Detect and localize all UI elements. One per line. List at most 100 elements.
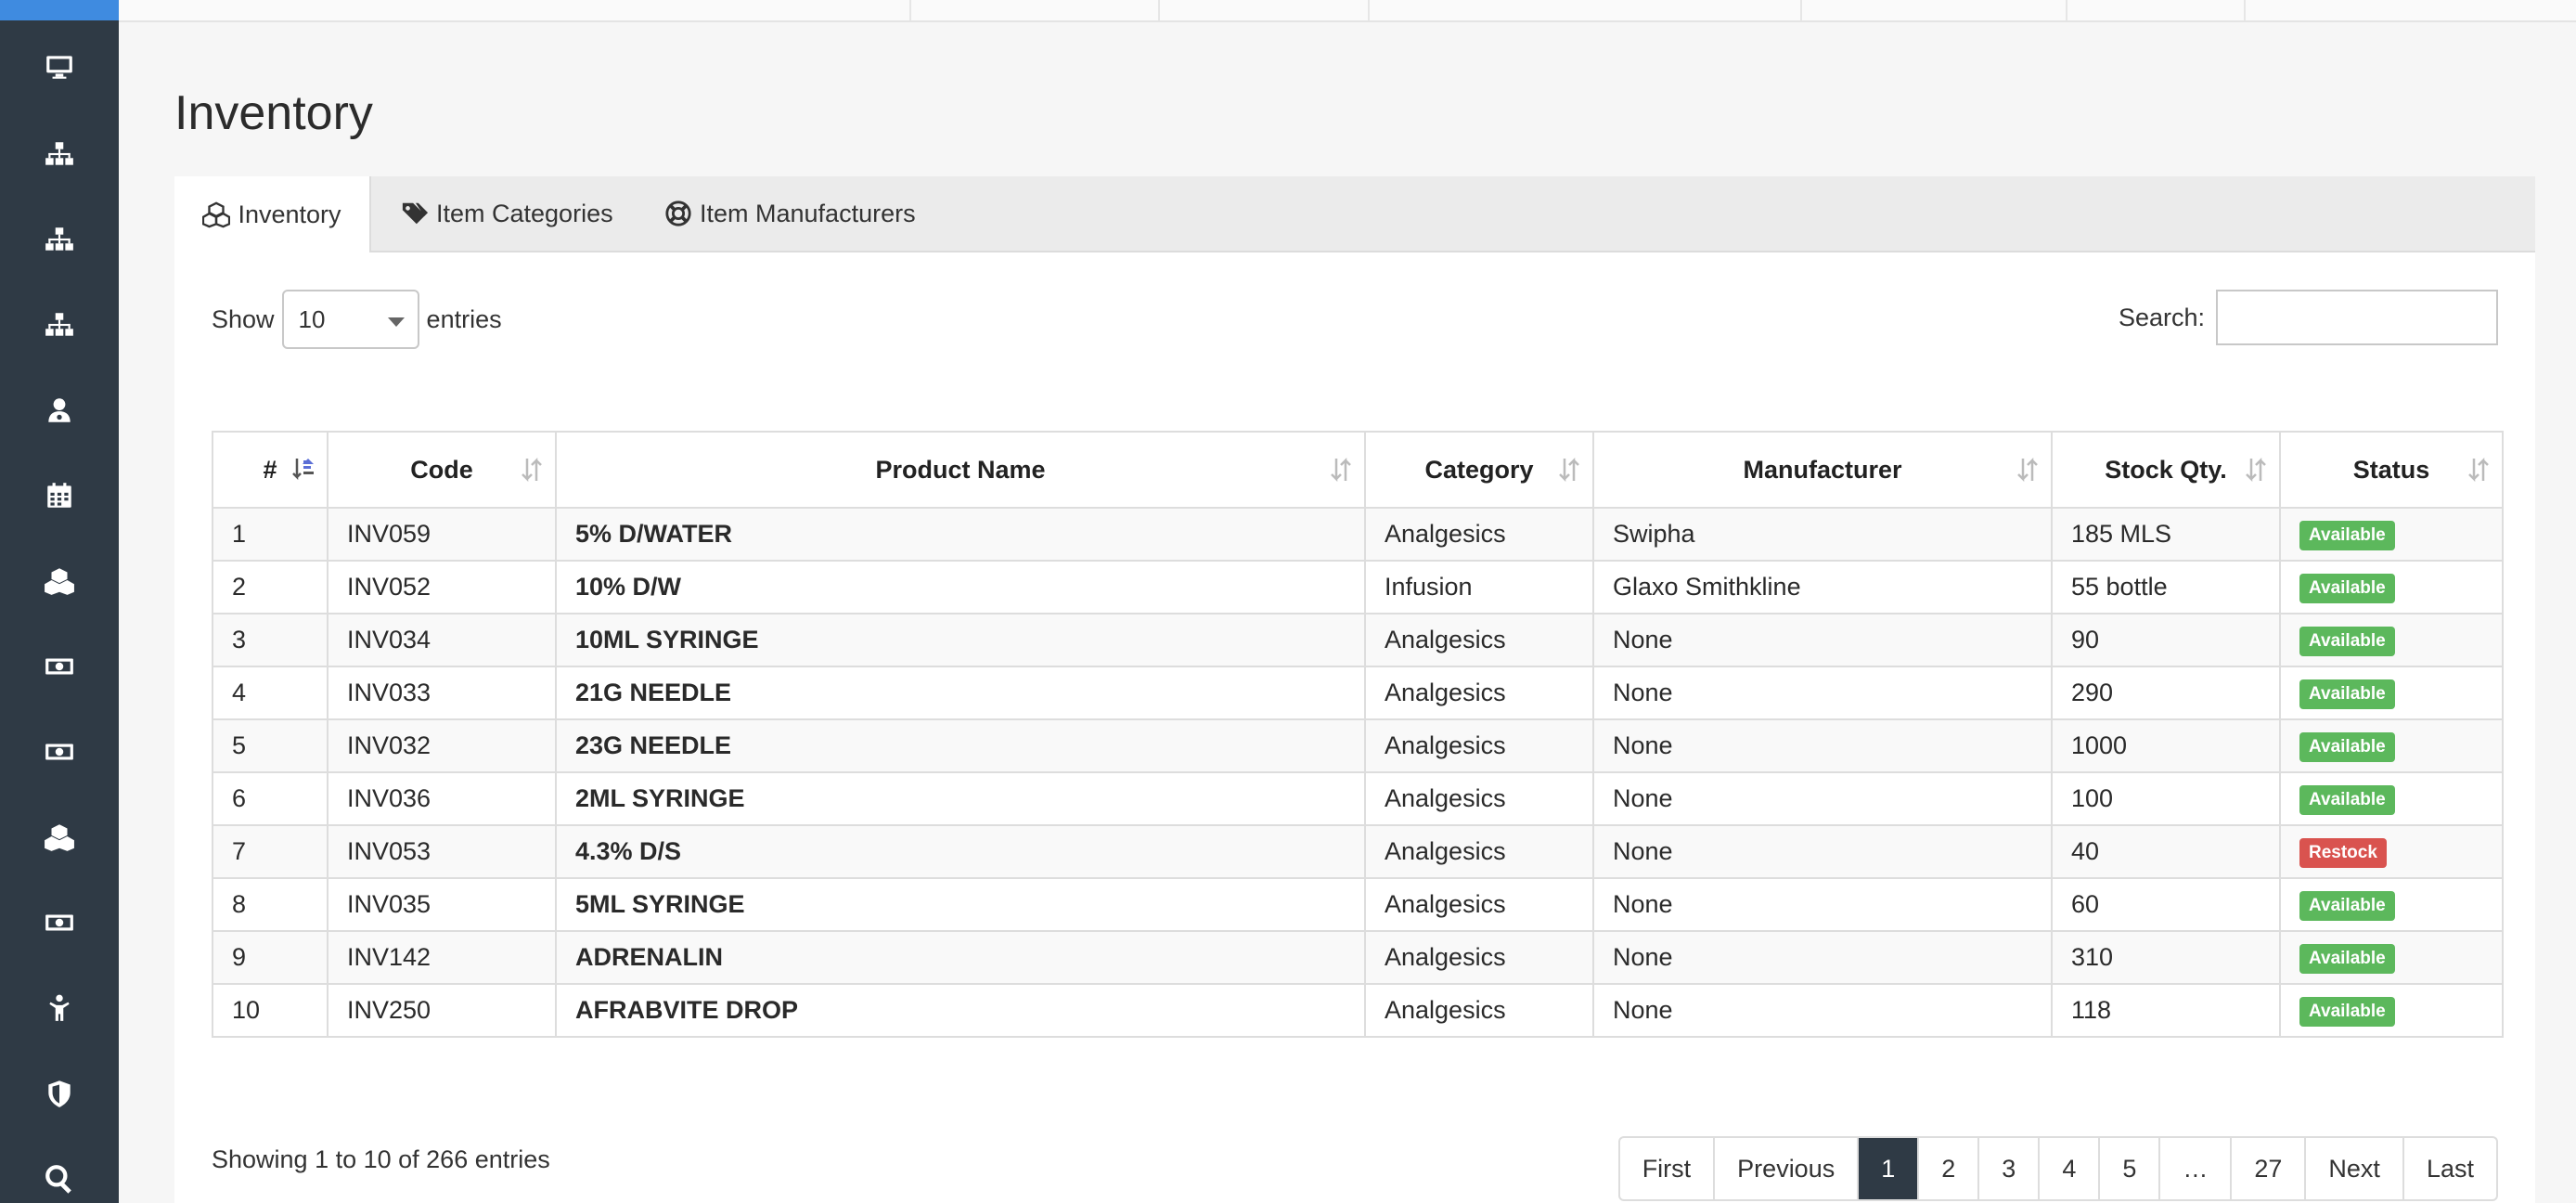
inventory-panel: Inventory Item Categories Item Manufactu… [174, 176, 2535, 1203]
cell-stock: 60 [2051, 877, 2281, 932]
cubes-icon[interactable] [41, 819, 78, 856]
shield-icon[interactable] [41, 1075, 78, 1112]
navbar-divider [909, 0, 911, 20]
pagination-last-button[interactable]: Last [2402, 1138, 2496, 1199]
entries-per-page-value: 10 [298, 304, 326, 333]
cell-category: Infusion [1364, 560, 1594, 614]
calendar-icon[interactable] [41, 477, 78, 514]
table-row[interactable]: 6 INV036 2ML SYRINGE Analgesics None 100 Avail… [212, 771, 2504, 826]
desktop-icon[interactable] [41, 48, 78, 85]
pagination-page-button[interactable]: 5 [2098, 1138, 2158, 1199]
status-badge: Available [2299, 997, 2395, 1027]
pagination-page-button[interactable]: 4 [2038, 1138, 2098, 1199]
cell-manufacturer: None [1592, 983, 2053, 1038]
tab-bar: Inventory Item Categories Item Manufactu… [174, 176, 2535, 252]
cell-product: 5ML SYRINGE [555, 877, 1366, 932]
cell-manufacturer: None [1592, 824, 2053, 879]
user-md-icon[interactable] [41, 392, 78, 429]
pagination-page-button[interactable]: 3 [1977, 1138, 2038, 1199]
cell-stock: 100 [2051, 771, 2281, 826]
table-row[interactable]: 7 INV053 4.3% D/S Analgesics None 40 Restock [212, 824, 2504, 879]
cubes-icon[interactable] [41, 563, 78, 600]
cell-status: Available [2279, 771, 2504, 826]
cell-stock: 310 [2051, 930, 2281, 985]
length-menu: Show 10 entries [212, 288, 502, 351]
cell-n: 6 [212, 771, 328, 826]
column-header-status[interactable]: Status [2279, 431, 2504, 509]
cell-n: 2 [212, 560, 328, 614]
cell-manufacturer: None [1592, 877, 2053, 932]
cell-status: Available [2279, 613, 2504, 667]
cell-code: INV053 [327, 824, 557, 879]
column-header-manufacturer[interactable]: Manufacturer [1592, 431, 2053, 509]
column-header-stock-qty[interactable]: Stock Qty. [2051, 431, 2281, 509]
cell-code: INV250 [327, 983, 557, 1038]
child-icon[interactable] [41, 990, 78, 1027]
money-icon[interactable] [41, 904, 78, 941]
pagination-page-button[interactable]: 1 [1857, 1138, 1918, 1199]
cell-code: INV052 [327, 560, 557, 614]
pagination-ellipsis-button: … [2158, 1138, 2230, 1199]
cell-code: INV034 [327, 613, 557, 667]
cell-n: 3 [212, 613, 328, 667]
tab-inventory[interactable]: Inventory [174, 176, 371, 252]
cell-stock: 185 MLS [2051, 507, 2281, 562]
pagination: First Previous 1 2 3 4 5… 27 Next Last [1617, 1136, 2498, 1201]
table-row[interactable]: 4 INV033 21G NEEDLE Analgesics None 290 Availa… [212, 666, 2504, 720]
navbar-divider [2244, 0, 2246, 20]
money-icon[interactable] [41, 733, 78, 770]
cell-product: AFRABVITE DROP [555, 983, 1366, 1038]
sitemap-icon[interactable] [41, 306, 78, 343]
cell-status: Restock [2279, 824, 2504, 879]
entries-per-page-select[interactable]: 10 [281, 290, 419, 349]
pagination-first-button[interactable]: First [1620, 1138, 1713, 1199]
cell-status: Available [2279, 718, 2504, 773]
sitemap-icon[interactable] [41, 221, 78, 258]
status-badge: Available [2299, 679, 2395, 709]
length-menu-suffix: entries [426, 304, 502, 333]
cell-manufacturer: None [1592, 666, 2053, 720]
table-row[interactable]: 2 INV052 10% D/W Infusion Glaxo Smithkline 55… [212, 560, 2504, 614]
cell-product: 21G NEEDLE [555, 666, 1366, 720]
pagination-previous-button[interactable]: Previous [1713, 1138, 1857, 1199]
pagination-next-button[interactable]: Next [2304, 1138, 2402, 1199]
pagination-page-button[interactable]: 2 [1917, 1138, 1977, 1199]
search-input[interactable] [2216, 290, 2498, 345]
navbar-divider [1368, 0, 1370, 20]
cell-stock: 90 [2051, 613, 2281, 667]
cell-category: Analgesics [1364, 877, 1594, 932]
cell-status: Available [2279, 877, 2504, 932]
column-header-number[interactable]: # [212, 431, 328, 509]
money-icon[interactable] [41, 648, 78, 685]
search-icon[interactable] [41, 1160, 78, 1197]
length-menu-prefix: Show [212, 304, 275, 333]
tab-inventory-label: Inventory [238, 200, 341, 228]
tab-item-categories[interactable]: Item Categories [401, 176, 613, 251]
search-label: Search: [2118, 303, 2205, 331]
cell-product: 2ML SYRINGE [555, 771, 1366, 826]
pagination-page-button[interactable]: 27 [2230, 1138, 2304, 1199]
column-header-category[interactable]: Category [1364, 431, 1594, 509]
sidebar [0, 0, 119, 1203]
table-row[interactable]: 1 INV059 5% D/WATER Analgesics Swipha 185 MLS… [212, 507, 2504, 562]
column-header-product-name[interactable]: Product Name [555, 431, 1366, 509]
cell-stock: 118 [2051, 983, 2281, 1038]
search-box: Search: [2119, 288, 2498, 347]
cell-manufacturer: None [1592, 930, 2053, 985]
cell-manufacturer: None [1592, 613, 2053, 667]
sort-icon [520, 457, 544, 483]
table-row[interactable]: 3 INV034 10ML SYRINGE Analgesics None 90 Avail… [212, 613, 2504, 667]
table-row[interactable]: 5 INV032 23G NEEDLE Analgesics None 1000 Avail… [212, 718, 2504, 773]
cell-n: 7 [212, 824, 328, 879]
tab-item-manufacturers[interactable]: Item Manufacturers [664, 176, 916, 251]
sitemap-icon[interactable] [41, 136, 78, 173]
cell-category: Analgesics [1364, 930, 1594, 985]
table-row[interactable]: 10 INV250 AFRABVITE DROP Analgesics None 118 A… [212, 983, 2504, 1038]
table-row[interactable]: 9 INV142 ADRENALIN Analgesics None 310 Availab… [212, 930, 2504, 985]
cell-product: 4.3% D/S [555, 824, 1366, 879]
navbar-divider [2066, 0, 2067, 20]
table-row[interactable]: 8 INV035 5ML SYRINGE Analgesics None 60 Availa… [212, 877, 2504, 932]
cell-status: Available [2279, 666, 2504, 720]
cell-status: Available [2279, 930, 2504, 985]
column-header-code[interactable]: Code [327, 431, 557, 509]
